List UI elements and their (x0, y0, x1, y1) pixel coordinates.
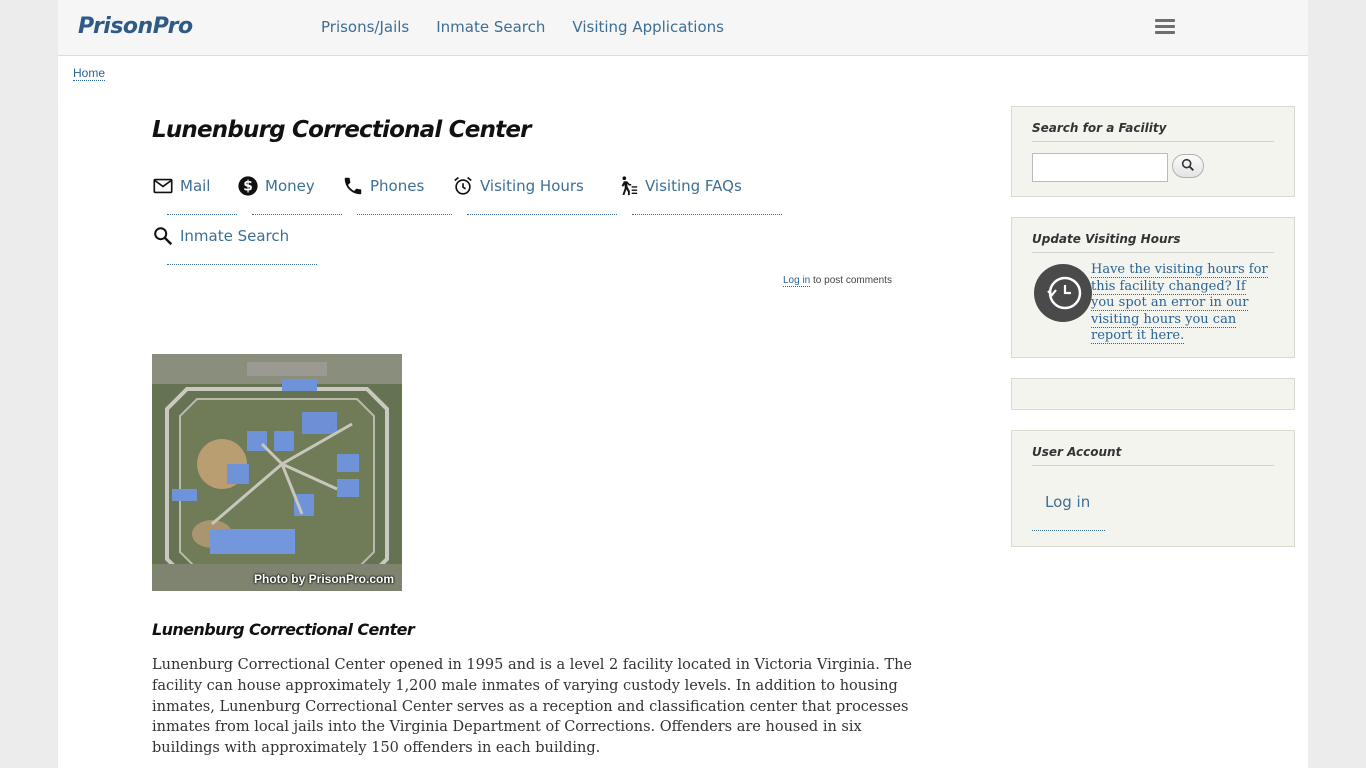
update-visiting-hours-block: Update Visiting Hours Have the visiting … (1011, 217, 1295, 358)
page: PrisonPro Prisons/Jails Inmate Search Vi… (58, 0, 1308, 768)
user-account-block: User Account Log in (1011, 430, 1295, 547)
tab-mail-label: Mail (180, 177, 211, 195)
tab-visiting-faqs[interactable]: Visiting FAQs (617, 175, 782, 215)
tab-phones[interactable]: Phones (342, 175, 452, 215)
clock-history-icon (1034, 264, 1092, 322)
mail-icon (153, 178, 173, 194)
facility-search-input[interactable] (1032, 153, 1168, 182)
magnifier-icon (1181, 158, 1194, 171)
hamburger-menu-icon[interactable] (1155, 19, 1175, 35)
update-block-title: Update Visiting Hours (1032, 232, 1274, 253)
tab-money-label: Money (265, 177, 315, 195)
nav-visiting-applications[interactable]: Visiting Applications (572, 18, 724, 36)
alarm-clock-icon (454, 176, 472, 195)
nav-prisons-jails[interactable]: Prisons/Jails (321, 18, 409, 36)
tab-mail[interactable]: Mail (152, 175, 237, 215)
login-to-comment: Log in to post comments (783, 275, 892, 287)
breadcrumb-home[interactable]: Home (73, 66, 106, 81)
login-link[interactable]: Log in (783, 275, 811, 287)
photo-caption: Photo by PrisonPro.com (253, 572, 394, 586)
facility-search-button[interactable] (1172, 154, 1204, 178)
search-icon (154, 227, 173, 246)
empty-sidebar-block (1011, 378, 1295, 410)
section-title: Lunenburg Correctional Center (152, 620, 415, 639)
facility-photo: Photo by PrisonPro.com (152, 354, 402, 591)
tab-visiting-faqs-label: Visiting FAQs (645, 177, 742, 195)
login-note-text: to post comments (813, 275, 892, 286)
tab-inmate-search[interactable]: Inmate Search (152, 225, 317, 265)
phone-icon (344, 177, 362, 195)
visitor-walking-icon (621, 176, 638, 196)
aerial-facility-image (152, 354, 402, 591)
tab-phones-label: Phones (370, 177, 425, 195)
breadcrumb: Home (73, 66, 106, 81)
report-hours-link[interactable]: Have the visiting hours for this facilit… (1091, 262, 1271, 345)
tab-visiting-hours[interactable]: Visiting Hours (452, 175, 617, 215)
tab-visiting-hours-label: Visiting Hours (480, 177, 584, 195)
search-block-title: Search for a Facility (1032, 121, 1274, 142)
report-hours-link-text: Have the visiting hours for this facilit… (1091, 262, 1268, 344)
money-icon: $ (238, 176, 258, 196)
main-nav: Prisons/Jails Inmate Search Visiting App… (321, 18, 724, 36)
tab-inmate-search-label: Inmate Search (180, 227, 290, 245)
account-block-title: User Account (1032, 445, 1274, 466)
site-header: PrisonPro Prisons/Jails Inmate Search Vi… (58, 0, 1308, 56)
facility-description: Lunenburg Correctional Center opened in … (152, 657, 913, 757)
page-title: Lunenburg Correctional Center (152, 117, 531, 143)
site-logo[interactable]: PrisonPro (78, 14, 193, 39)
tab-money[interactable]: $ Money (237, 175, 342, 215)
nav-inmate-search[interactable]: Inmate Search (436, 18, 545, 36)
svg-text:$: $ (243, 179, 253, 195)
account-login-link[interactable]: Log in (1045, 493, 1090, 511)
search-facility-block: Search for a Facility (1011, 106, 1295, 197)
